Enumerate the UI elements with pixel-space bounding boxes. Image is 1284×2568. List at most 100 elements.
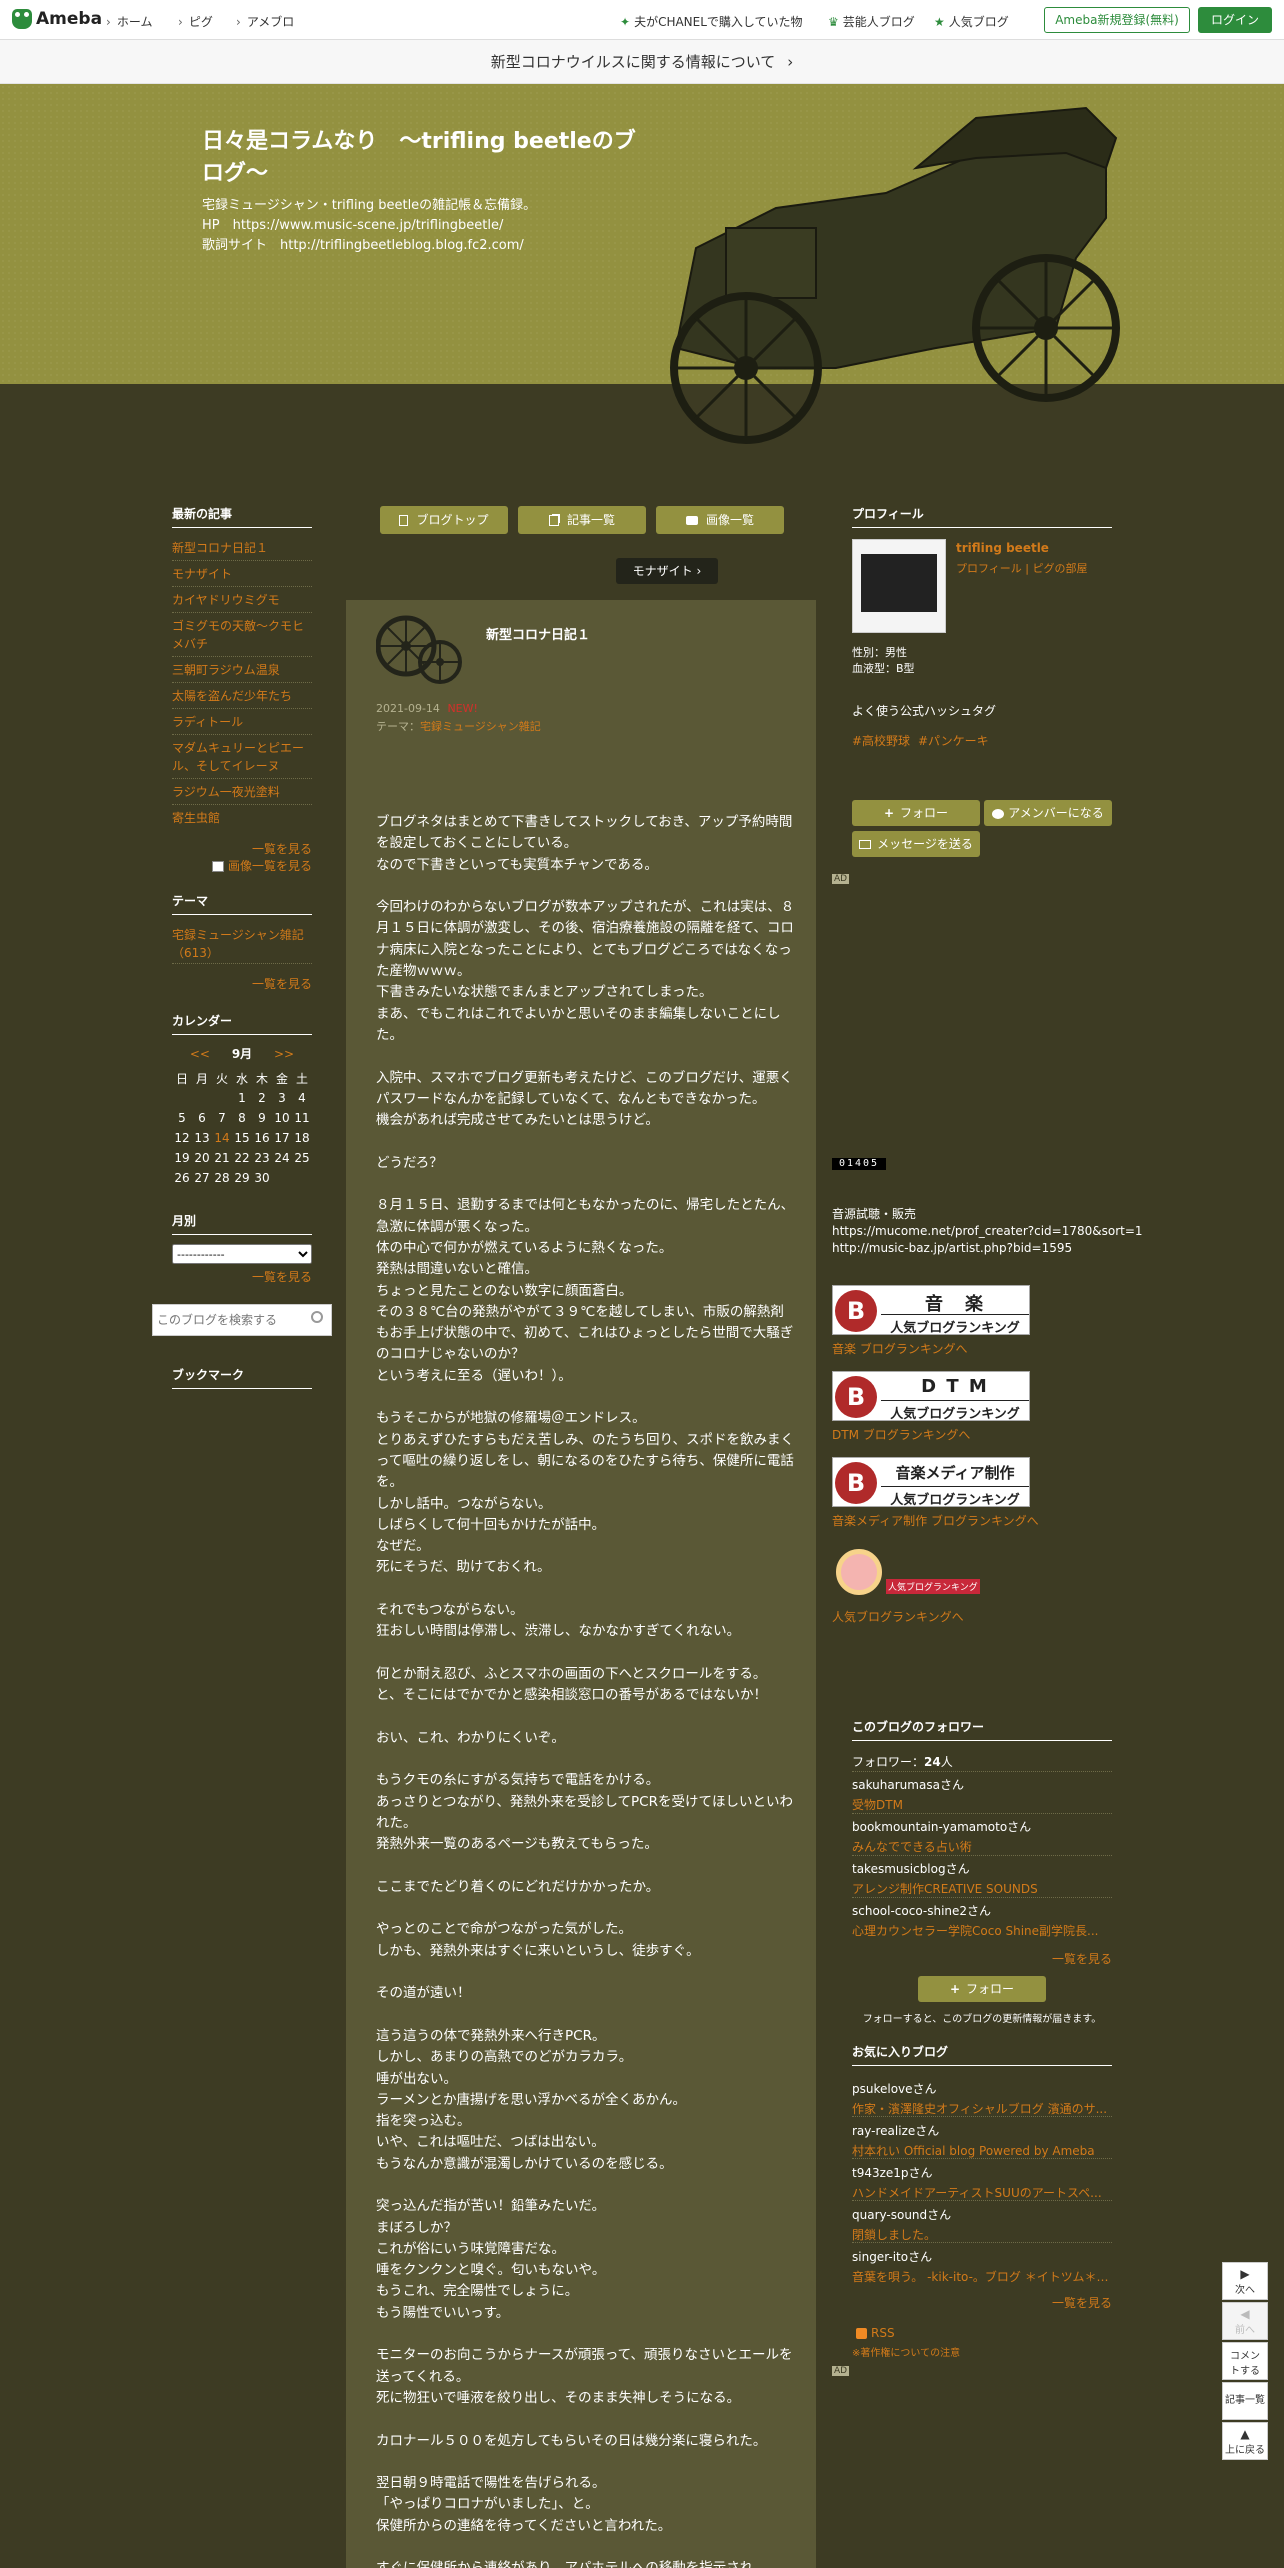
follow-button-2[interactable]: + フォロー xyxy=(918,1976,1046,2002)
prev-post-control[interactable]: ◀ 前へ xyxy=(1222,2302,1268,2340)
next-post-control[interactable]: ▶ 次へ xyxy=(1222,2262,1268,2300)
divider xyxy=(172,586,312,587)
divider xyxy=(172,734,312,735)
ranking-logo-icon: B xyxy=(835,1462,877,1504)
search-icon[interactable] xyxy=(311,1311,323,1323)
hashtag-link[interactable]: #高校野球 xyxy=(852,732,910,749)
calendar-day: 29 xyxy=(234,1171,250,1185)
roll-cake-icon xyxy=(836,1549,882,1595)
calendar-day-today[interactable]: 14 xyxy=(212,1128,232,1148)
recent-post-link[interactable]: 寄生虫館 xyxy=(172,809,312,827)
nav-ameblo[interactable]: アメブロ xyxy=(236,13,294,30)
chat-icon xyxy=(992,808,1005,819)
trending-link[interactable]: ✦ 夫がCHANELで購入していた物 xyxy=(620,13,803,30)
back-icon: ◀ xyxy=(1240,2307,1250,2321)
follow-button[interactable]: + フォロー xyxy=(852,800,980,826)
back-to-top-control[interactable]: ▲ 上に戻る xyxy=(1222,2422,1268,2460)
followers-more-link[interactable]: 一覧を見る xyxy=(972,1950,1112,1967)
next-post-button[interactable]: モナザイト › xyxy=(616,558,718,584)
follower-item[interactable]: sakuharumasaさん 受物DTM xyxy=(852,1776,1112,1813)
recent-post-link[interactable]: ゴミグモの天敵～クモヒメバチ xyxy=(172,617,312,653)
divider xyxy=(852,1813,1112,1814)
calendar-next[interactable]: >> xyxy=(274,1047,294,1061)
audio-url[interactable]: http://music-baz.jp/artist.php?bid=1595 xyxy=(832,1240,1143,1257)
ameba-logo[interactable]: Ameba xyxy=(12,9,102,29)
follower-item[interactable]: takesmusicblogさん アレンジ制作CREATIVE SOUNDS xyxy=(852,1860,1112,1897)
recent-post-link[interactable]: ラディトール xyxy=(172,713,312,731)
roll-cake-banner[interactable]: 人気ブログランキング xyxy=(832,1545,980,1601)
calendar-day: 19 xyxy=(174,1151,190,1165)
ranking-link[interactable]: 人気ブログランキングへ xyxy=(832,1608,964,1625)
calendar-day xyxy=(212,1088,232,1108)
article-list-control[interactable]: 記事一覧 xyxy=(1222,2382,1268,2420)
profile-blood: 血液型：B型 xyxy=(852,662,915,675)
calendar-day: 10 xyxy=(274,1111,290,1125)
favorite-item[interactable]: t943ze1pさん ハンドメイドアーティストSUUのアートスペ... xyxy=(852,2164,1112,2201)
calendar-day: 6 xyxy=(198,1111,206,1125)
theme-more-link[interactable]: 一覧を見る xyxy=(172,975,312,992)
calendar-day: 4 xyxy=(298,1091,306,1105)
login-button[interactable]: ログイン xyxy=(1198,7,1272,33)
calendar-prev[interactable]: << xyxy=(190,1047,210,1061)
calendar-day: 13 xyxy=(194,1131,210,1145)
recent-post-link[interactable]: 太陽を盗んだ少年たち xyxy=(172,687,312,705)
nav-home[interactable]: ホーム xyxy=(106,13,153,30)
ranking-banner-music[interactable]: B音 楽人気ブログランキング xyxy=(832,1285,1030,1336)
theme-link[interactable]: 宅録ミュージシャン雑記（613） xyxy=(172,926,312,962)
audio-url[interactable]: https://mucome.net/prof_creater?cid=1780… xyxy=(832,1223,1143,1240)
ranking-banner-dtm[interactable]: BD T M 人気ブログランキング xyxy=(832,1371,1030,1422)
copyright-note-link[interactable]: ※著作権についての注意 xyxy=(852,2344,960,2359)
recent-more-link[interactable]: 一覧を見る xyxy=(172,840,312,857)
favorite-item[interactable]: ray-realizeさん 村本れい Official blog Powered … xyxy=(852,2122,1112,2159)
comment-control[interactable]: コメントする xyxy=(1222,2342,1268,2380)
recent-post-link[interactable]: マダムキュリーとピエール、そしてイレーヌ xyxy=(172,739,312,775)
hashtag-link[interactable]: #パンケーキ xyxy=(918,732,989,749)
post-title: 新型コロナ日記１ xyxy=(486,628,591,643)
ranking-banner-media[interactable]: B 音楽メディア制作 人気ブログランキング xyxy=(832,1457,1030,1508)
follower-item[interactable]: bookmountain-yamamotoさん みんなでできる占い術 xyxy=(852,1818,1112,1855)
images-more-link[interactable]: 画像一覧を見る xyxy=(172,857,312,874)
monthly-more-link[interactable]: 一覧を見る xyxy=(172,1268,312,1285)
ranking-link[interactable]: DTM ブログランキングへ xyxy=(832,1426,970,1443)
tab-article-list[interactable]: 記事一覧 xyxy=(518,506,646,534)
blog-description: 宅録ミュージシャン・trifling beetleの雑記帳＆忘備録。 HP ht… xyxy=(202,198,537,253)
profile-name[interactable]: trifling beetle xyxy=(956,541,1049,555)
popular-blog-link[interactable]: ★ 人気ブログ xyxy=(934,13,1009,30)
divider xyxy=(172,656,312,657)
ranking-link[interactable]: 音楽 ブログランキングへ xyxy=(832,1340,967,1357)
profile-links[interactable]: プロフィール | ピグの部屋 xyxy=(956,560,1087,576)
blog-title[interactable]: 日々是コラムなり ～trifling beetleのブログ～ xyxy=(202,126,642,190)
profile-avatar[interactable] xyxy=(852,539,946,633)
recent-post-link[interactable]: 三朝町ラジウム温泉 xyxy=(172,661,312,679)
favorite-item[interactable]: psukeloveさん 作家・濱澤隆史オフィシャルブログ 濱通のサ... xyxy=(852,2080,1112,2117)
search-input[interactable] xyxy=(157,1310,297,1330)
favorite-item[interactable]: singer-itoさん 音葉を唄う。 -kik-ito-。ブログ ＊イトツム＊唄… xyxy=(852,2248,1112,2285)
rss-link[interactable]: RSS xyxy=(856,2326,895,2340)
favorite-item[interactable]: quary-soundさん 閉鎖しました。 xyxy=(852,2206,1112,2243)
recent-post-link[interactable]: ラジウム一夜光塗料 xyxy=(172,783,312,801)
ranking-link[interactable]: 音楽メディア制作 ブログランキングへ xyxy=(832,1512,1039,1529)
recent-post-link[interactable]: カイヤドリウミグモ xyxy=(172,591,312,609)
month-select[interactable]: ------------ xyxy=(172,1244,312,1264)
celebrity-blog-link[interactable]: ♛ 芸能人ブログ xyxy=(828,13,915,30)
recent-post-link[interactable]: モナザイト xyxy=(172,565,312,583)
nav-pigg[interactable]: ピグ xyxy=(178,13,213,30)
recent-post-link[interactable]: 新型コロナ日記１ xyxy=(172,539,312,557)
favorites-more-link[interactable]: 一覧を見る xyxy=(972,2294,1112,2311)
message-button[interactable]: メッセージを送る xyxy=(852,831,980,857)
weekday: 日 xyxy=(175,1071,188,1086)
divider xyxy=(172,612,312,613)
amember-button[interactable]: アメンバーになる xyxy=(984,800,1112,826)
tab-image-list[interactable]: 画像一覧 xyxy=(656,506,784,534)
calendar-day: 30 xyxy=(254,1171,270,1185)
covid-notice-link[interactable]: 新型コロナウイルスに関する情報について › xyxy=(0,40,1284,84)
post-theme-link[interactable]: 宅録ミュージシャン雑記 xyxy=(420,720,541,733)
tab-blog-top[interactable]: ブログトップ xyxy=(380,506,508,534)
divider xyxy=(852,1855,1112,1856)
register-button[interactable]: Ameba新規登録(無料) xyxy=(1044,7,1190,33)
new-badge: NEW! xyxy=(447,702,478,715)
article: 新型コロナ日記１ 2021-09-14 NEW! テーマ：宅録ミュージシャン雑記… xyxy=(346,600,816,2568)
follower-item[interactable]: school-coco-shine2さん 心理カウンセラー学院Coco Shine… xyxy=(852,1902,1112,1939)
calendar-day: 16 xyxy=(254,1131,270,1145)
monthly-heading: 月別 xyxy=(172,1212,312,1235)
